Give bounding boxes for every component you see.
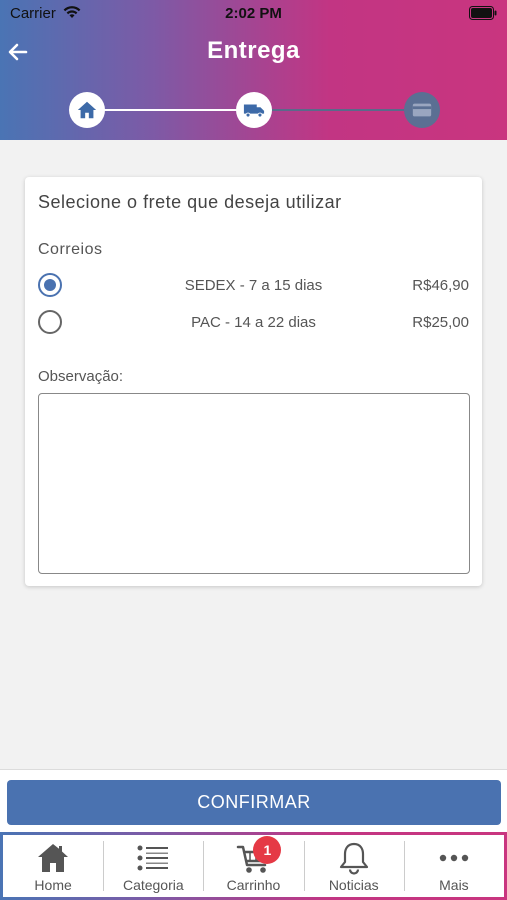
tab-label: Home <box>34 877 72 893</box>
step-payment <box>404 92 440 128</box>
option-price: R$25,00 <box>412 314 469 331</box>
tab-noticias[interactable]: Noticias <box>303 835 404 897</box>
tab-label: Carrinho <box>226 877 281 893</box>
page-title: Entrega <box>207 37 300 64</box>
stepper-line-pending <box>272 109 404 111</box>
carrier-group-label: Correios <box>38 241 103 258</box>
shipping-heading: Selecione o frete que deseja utilizar <box>38 192 342 212</box>
list-icon <box>137 845 169 871</box>
tab-bar: Home Categoria 1 Carrinho Noticias Mais <box>3 835 504 897</box>
tab-mais[interactable]: Mais <box>403 835 504 897</box>
shipping-card: Selecione o frete que deseja utilizar Co… <box>25 177 482 586</box>
observation-field[interactable] <box>38 393 470 574</box>
bell-icon <box>339 842 368 875</box>
credit-card-icon <box>412 103 432 117</box>
option-price: R$46,90 <box>412 277 469 294</box>
stepper-line-complete <box>104 109 240 111</box>
home-icon <box>38 844 69 872</box>
home-icon <box>77 101 97 119</box>
truck-icon <box>243 104 265 118</box>
tab-home[interactable]: Home <box>3 835 103 897</box>
tab-label: Categoria <box>122 877 184 893</box>
tab-label: Mais <box>439 877 469 893</box>
step-shipping <box>236 92 272 128</box>
cart-badge: 1 <box>253 836 282 864</box>
battery-icon <box>469 6 497 20</box>
status-time: 2:02 PM <box>225 5 282 22</box>
tab-label: Noticias <box>328 877 379 893</box>
status-bar: Carrier 2:02 PM <box>0 0 507 28</box>
shipping-option-sedex[interactable]: SEDEX - 7 a 15 dias R$46,90 <box>25 271 482 301</box>
step-address <box>69 92 105 128</box>
tab-categoria[interactable]: Categoria <box>103 835 203 897</box>
more-icon <box>439 854 469 862</box>
tab-carrinho[interactable]: 1 Carrinho <box>203 835 303 897</box>
observation-label: Observação: <box>38 368 124 385</box>
shipping-option-pac[interactable]: PAC - 14 a 22 dias R$25,00 <box>25 308 482 338</box>
app-header: Carrier 2:02 PM Entrega <box>0 0 507 140</box>
confirm-button[interactable]: CONFIRMAR <box>7 780 501 825</box>
